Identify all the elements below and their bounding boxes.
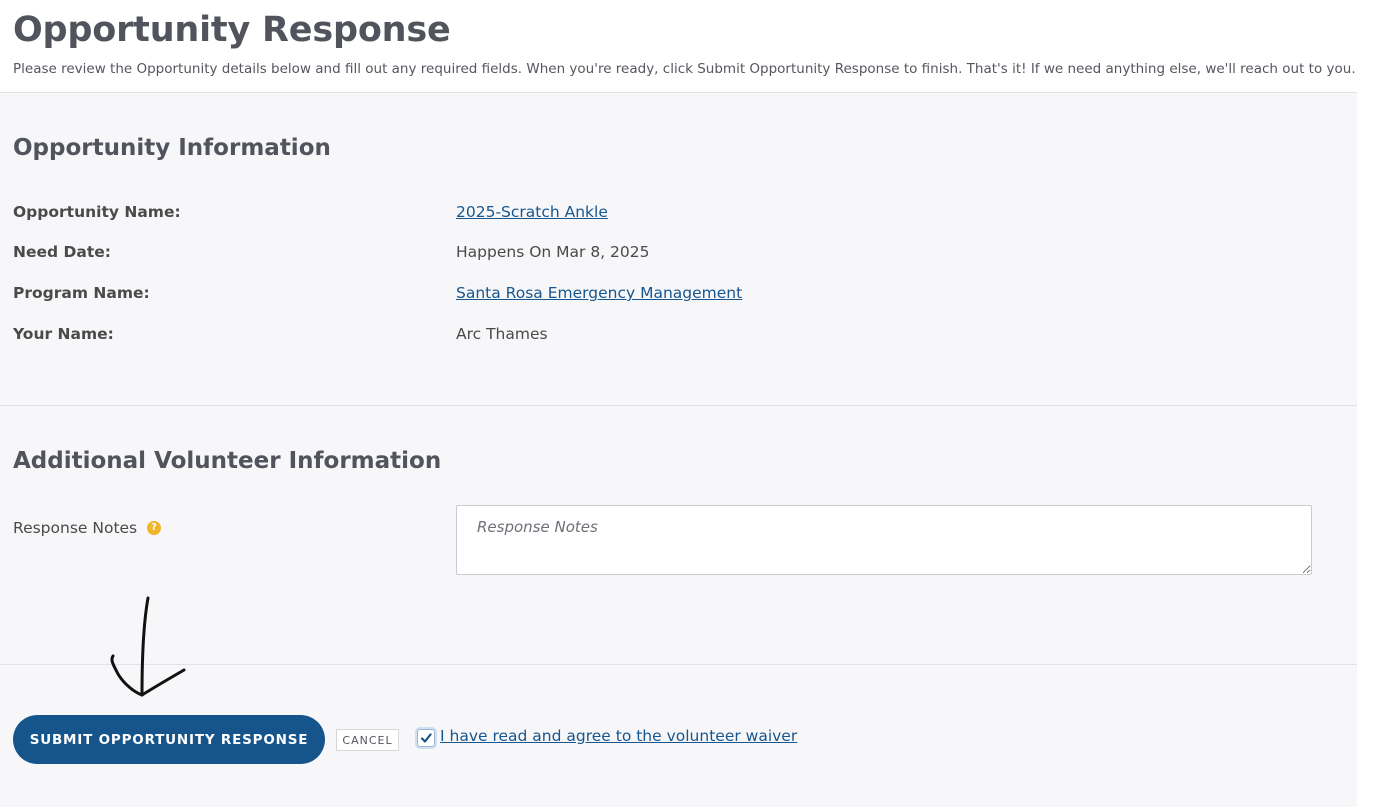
opportunity-response-page: Opportunity Response Please review the O… xyxy=(0,0,1357,807)
volunteer-waiver-link[interactable]: I have read and agree to the volunteer w… xyxy=(440,727,797,745)
help-icon[interactable]: ? xyxy=(147,521,161,535)
hand-drawn-arrow-annotation xyxy=(110,596,186,697)
submit-opportunity-response-button[interactable]: SUBMIT OPPORTUNITY RESPONSE xyxy=(13,715,325,764)
opportunity-name-label: Opportunity Name: xyxy=(13,203,181,221)
section-divider xyxy=(0,405,1357,406)
page-header: Opportunity Response Please review the O… xyxy=(0,0,1357,93)
checkmark-icon xyxy=(420,733,432,743)
opportunity-name-link[interactable]: 2025-Scratch Ankle xyxy=(456,203,608,221)
program-name-link[interactable]: Santa Rosa Emergency Management xyxy=(456,284,742,302)
response-notes-input[interactable] xyxy=(456,505,1312,575)
additional-info-title: Additional Volunteer Information xyxy=(13,448,442,474)
waiver-checkbox[interactable] xyxy=(417,729,435,747)
program-name-label: Program Name: xyxy=(13,284,150,302)
your-name-label: Your Name: xyxy=(13,325,114,343)
need-date-label: Need Date: xyxy=(13,243,111,261)
page-title: Opportunity Response xyxy=(13,10,451,50)
your-name-value: Arc Thames xyxy=(456,325,548,343)
need-date-value: Happens On Mar 8, 2025 xyxy=(456,243,650,261)
cancel-button[interactable]: CANCEL xyxy=(336,729,399,751)
page-subtitle: Please review the Opportunity details be… xyxy=(13,61,1356,77)
response-notes-label: Response Notes xyxy=(13,519,138,537)
opportunity-info-title: Opportunity Information xyxy=(13,135,331,161)
actions-divider xyxy=(0,664,1357,665)
